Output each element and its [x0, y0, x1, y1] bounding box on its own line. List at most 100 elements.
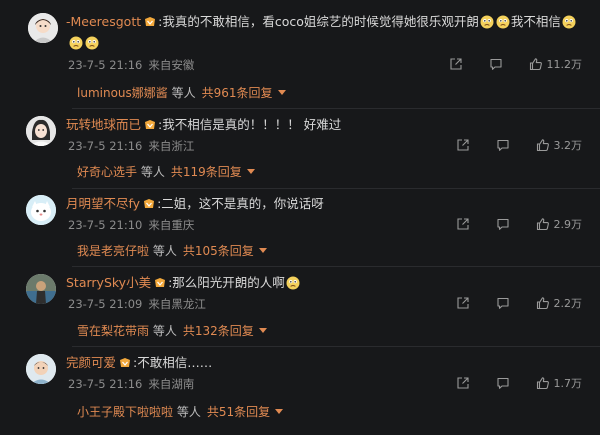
- comment-location: 来自湖南: [148, 377, 195, 391]
- share-button[interactable]: [456, 296, 470, 310]
- vip-badge-icon: [143, 198, 155, 210]
- like-button[interactable]: 2.2万: [536, 295, 583, 311]
- like-button[interactable]: 3.2万: [536, 137, 582, 153]
- comment-icon: [496, 138, 510, 152]
- reply-username[interactable]: 雪在梨花带雨: [77, 324, 149, 338]
- avatar[interactable]: [26, 274, 56, 304]
- username[interactable]: -Meeresgott: [66, 14, 141, 29]
- reply-summary[interactable]: luminous娜娜酱 等人 共961条回复: [77, 84, 286, 101]
- reply-button[interactable]: [496, 296, 510, 310]
- sad-emoji-icon: [562, 15, 576, 29]
- comment-actions: 2.2万: [430, 295, 583, 311]
- comment-item: 玩转地球而已:我不相信是真的！！！！ 好难过 23-7-5 21:16 来自浙江 …: [0, 110, 600, 190]
- comment-icon: [496, 376, 510, 390]
- comment-text-line: -Meeresgott :我真的不敢相信，看coco姐综艺的时候觉得她很乐观开朗 我…: [66, 11, 577, 32]
- username[interactable]: 完颜可爱: [66, 355, 116, 370]
- reply-count[interactable]: 共961条回复: [202, 86, 273, 100]
- comment-location: 来自重庆: [148, 218, 195, 232]
- thumbs-up-icon: [536, 376, 550, 390]
- like-count: 2.2万: [553, 297, 583, 310]
- reply-button[interactable]: [496, 217, 510, 231]
- sad-emoji-icon: [286, 276, 300, 290]
- chevron-down-icon: [258, 248, 267, 253]
- comment-text-line: 玩转地球而已 :我不相信是真的！！！！ 好难过: [66, 114, 341, 135]
- comment-text-line: StarrySky小美:那么阳光开朗的人啊: [66, 272, 301, 293]
- comment-location: 来自黑龙江: [148, 297, 206, 311]
- reply-count[interactable]: 共51条回复: [207, 405, 270, 419]
- username[interactable]: 月明望不尽fy: [66, 196, 140, 211]
- comment-meta: 23-7-5 21:16 来自湖南: [68, 376, 200, 392]
- reply-button[interactable]: [489, 57, 503, 71]
- sad-emoji-icon: [85, 36, 99, 50]
- comment-actions: 2.9万: [430, 216, 583, 232]
- reply-username[interactable]: 小王子殿下啦啦啦: [77, 405, 173, 419]
- sad-emoji-icon: [480, 15, 494, 29]
- comment-meta: 23-7-5 21:16 来自浙江: [68, 138, 200, 154]
- like-count: 1.7万: [553, 377, 583, 390]
- reply-username[interactable]: 我是老亮仔啦: [77, 244, 149, 258]
- comment-text: :我真的不敢相信，看coco姐综艺的时候觉得她很乐观开朗: [158, 14, 479, 29]
- reply-summary[interactable]: 小王子殿下啦啦啦 等人 共51条回复: [77, 403, 284, 420]
- reply-count[interactable]: 共132条回复: [183, 324, 254, 338]
- reply-count[interactable]: 共119条回复: [171, 165, 242, 179]
- comment-meta: 23-7-5 21:09 来自黑龙江: [68, 296, 212, 312]
- thumbs-up-icon: [536, 217, 550, 231]
- comment-item: 月明望不尽fy:二姐，这不是真的，你说话呀 23-7-5 21:10 来自重庆 2…: [0, 190, 600, 268]
- comment-icon: [489, 57, 503, 71]
- chevron-down-icon: [258, 328, 267, 333]
- like-button[interactable]: 2.9万: [536, 216, 583, 232]
- reply-summary[interactable]: 好奇心选手 等人 共119条回复: [77, 163, 255, 180]
- like-button[interactable]: 11.2万: [529, 56, 582, 72]
- comment-location: 来自安徽: [148, 58, 195, 72]
- comment-text-continued: 我不相信: [510, 14, 561, 29]
- comment-text-wrap: [68, 34, 100, 52]
- chevron-down-icon: [277, 90, 286, 95]
- username[interactable]: StarrySky小美: [66, 275, 151, 290]
- comment-text-line: 完颜可爱:不敢相信……: [66, 352, 212, 373]
- comment-text-line: 月明望不尽fy:二姐，这不是真的，你说话呀: [66, 193, 324, 214]
- sad-emoji-icon: [69, 36, 83, 50]
- comment-actions: 1.7万: [430, 375, 583, 391]
- reply-suffix: 等人: [152, 324, 177, 338]
- reply-count[interactable]: 共105条回复: [183, 244, 254, 258]
- avatar[interactable]: [28, 13, 58, 43]
- reply-suffix: 等人: [171, 86, 196, 100]
- share-button[interactable]: [449, 57, 463, 71]
- share-icon: [456, 138, 470, 152]
- comment-item: StarrySky小美:那么阳光开朗的人啊 23-7-5 21:09 来自黑龙江 …: [0, 268, 600, 348]
- share-button[interactable]: [456, 376, 470, 390]
- vip-badge-icon: [154, 277, 166, 289]
- reply-summary[interactable]: 我是老亮仔啦 等人 共105条回复: [77, 242, 267, 259]
- comment-icon: [496, 217, 510, 231]
- reply-summary[interactable]: 雪在梨花带雨 等人 共132条回复: [77, 322, 267, 339]
- like-button[interactable]: 1.7万: [536, 375, 583, 391]
- share-button[interactable]: [456, 217, 470, 231]
- like-count: 2.9万: [553, 218, 583, 231]
- share-icon: [456, 376, 470, 390]
- chevron-down-icon: [246, 169, 255, 174]
- comment-text: :我不相信是真的！！！！ 好难过: [158, 117, 342, 132]
- vip-badge-icon: [144, 16, 156, 28]
- share-icon: [456, 217, 470, 231]
- avatar[interactable]: [26, 116, 56, 146]
- comment-meta: 23-7-5 21:16 来自安徽: [68, 57, 200, 73]
- reply-username[interactable]: 好奇心选手: [77, 165, 137, 179]
- divider: [72, 188, 600, 189]
- share-button[interactable]: [456, 138, 470, 152]
- comment-actions: 3.2万: [430, 137, 582, 153]
- reply-button[interactable]: [496, 138, 510, 152]
- reply-username[interactable]: luminous娜娜酱: [77, 86, 168, 100]
- username[interactable]: 玩转地球而已: [66, 117, 141, 132]
- avatar[interactable]: [26, 195, 56, 225]
- thumbs-up-icon: [536, 296, 550, 310]
- vip-badge-icon: [144, 119, 156, 131]
- comment-date: 23-7-5 21:16: [68, 139, 143, 153]
- comment-item: -Meeresgott :我真的不敢相信，看coco姐综艺的时候觉得她很乐观开朗 我…: [0, 0, 600, 110]
- comment-date: 23-7-5 21:16: [68, 58, 143, 72]
- divider: [72, 108, 600, 109]
- comment-actions: 11.2万: [423, 56, 582, 72]
- avatar[interactable]: [26, 354, 56, 384]
- comment-date: 23-7-5 21:10: [68, 218, 143, 232]
- reply-button[interactable]: [496, 376, 510, 390]
- comment-icon: [496, 296, 510, 310]
